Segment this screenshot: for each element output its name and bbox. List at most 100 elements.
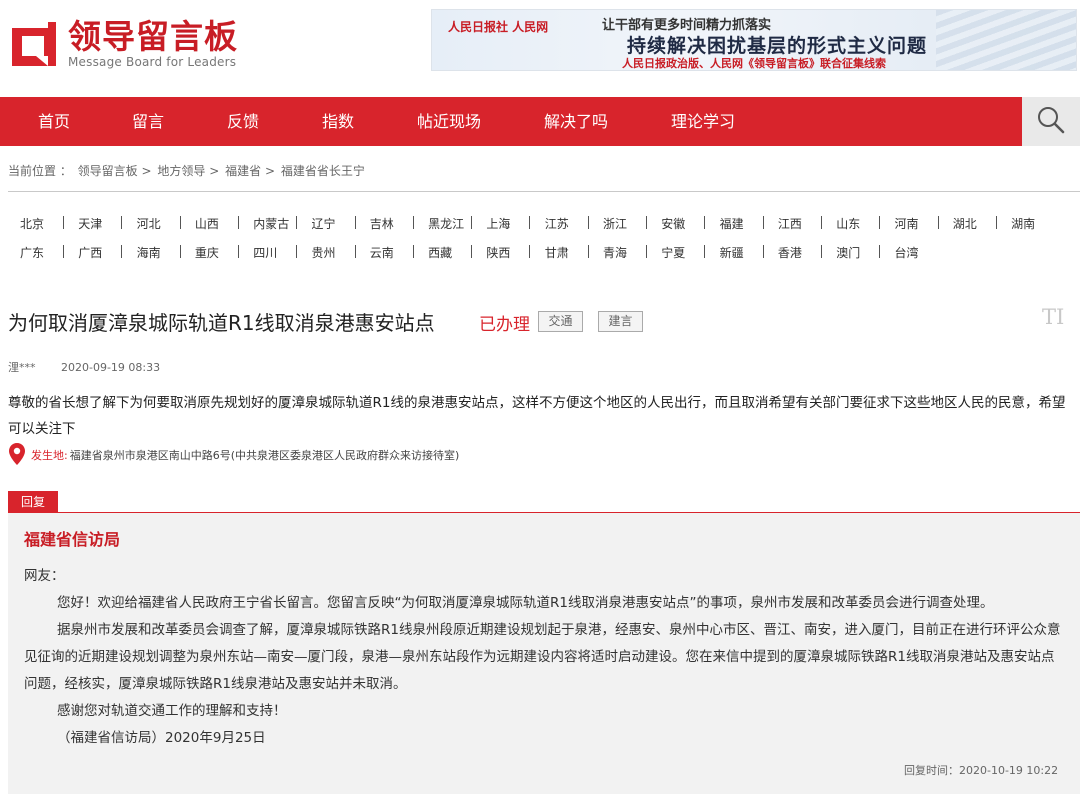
location-value: 福建省泉州市泉港区南山中路6号(中共泉港区委泉港区人民政府群众来访接待室): [69, 449, 460, 462]
nav-item-messages[interactable]: 留言: [132, 97, 164, 146]
province-link[interactable]: 云南: [370, 244, 394, 261]
province-link[interactable]: 河南: [895, 215, 919, 232]
province-separator: [704, 216, 706, 229]
province-separator: [471, 216, 473, 229]
reply-divider: [8, 512, 1080, 513]
province-link[interactable]: 广东: [20, 244, 44, 261]
breadcrumb-separator: >: [141, 164, 152, 178]
province-link[interactable]: 澳门: [836, 244, 860, 261]
reply-time: 回复时间：2020-10-19 10:22: [904, 762, 1058, 778]
province-separator: [121, 245, 123, 258]
province-link[interactable]: 新疆: [720, 244, 744, 261]
reply-paragraph: 您好！欢迎给福建省人民政府王宁省长留言。您留言反映“为何取消厦漳泉城际轨道R1线…: [57, 595, 994, 611]
breadcrumb: 当前位置 ： 领导留言板 > 地方领导 > 福建省 > 福建省省长王宁: [8, 162, 365, 179]
province-link[interactable]: 贵州: [312, 244, 336, 261]
province-link[interactable]: 台湾: [895, 244, 919, 261]
nav-item-index[interactable]: 指数: [322, 97, 354, 146]
province-separator: [237, 245, 239, 258]
font-size-icon[interactable]: TI: [1042, 305, 1064, 329]
province-separator: [179, 216, 181, 229]
province-link[interactable]: 陕西: [486, 244, 510, 261]
message-board-logo-icon: [8, 18, 60, 70]
province-separator: [63, 245, 64, 258]
breadcrumb-prefix: 当前位置 ：: [8, 164, 72, 178]
province-link[interactable]: 江西: [778, 215, 802, 232]
province-link[interactable]: 青海: [603, 244, 627, 261]
breadcrumb-item[interactable]: 福建省: [225, 164, 261, 178]
breadcrumb-item[interactable]: 领导留言板: [78, 164, 138, 178]
province-link[interactable]: 四川: [253, 244, 277, 261]
post-date: 2020-09-19 08:33: [61, 361, 161, 374]
province-separator: [587, 216, 589, 229]
province-link[interactable]: 辽宁: [312, 215, 336, 232]
province-link[interactable]: 重庆: [195, 244, 219, 261]
province-link[interactable]: 海南: [137, 244, 161, 261]
reply-organization: 福建省信访局: [24, 530, 121, 549]
message-meta: 浬*** 2020-09-19 08:33: [8, 359, 160, 375]
site-header: 领导留言板 Message Board for Leaders 人民日报社 人民…: [0, 0, 1080, 96]
reply-paragraph: 感谢您对轨道交通工作的理解和支持！: [57, 703, 287, 719]
province-link[interactable]: 山西: [195, 215, 219, 232]
province-link[interactable]: 吉林: [370, 215, 394, 232]
nav-item-home[interactable]: 首页: [38, 97, 70, 146]
province-separator: [237, 216, 239, 229]
reply-tab: 回复: [8, 491, 58, 513]
search-button[interactable]: [1022, 97, 1080, 146]
province-link[interactable]: 上海: [486, 215, 510, 232]
reply-time-label: 回复时间：: [904, 764, 959, 777]
province-separator: [471, 245, 473, 258]
province-link[interactable]: 山东: [836, 215, 860, 232]
province-separator: [121, 216, 123, 229]
campaign-banner[interactable]: 人民日报社 人民网 让干部有更多时间精力抓落实 持续解决困扰基层的形式主义问题 …: [431, 9, 1077, 71]
breadcrumb-item[interactable]: 福建省省长王宁: [281, 164, 365, 178]
province-separator: [879, 216, 881, 229]
province-list-row2: 广东 广西 海南 重庆 四川 贵州 云南 西藏 陕西 甘肃 青海 宁夏 新疆 香港 澳门 台湾: [0, 244, 1080, 264]
province-link[interactable]: 香港: [778, 244, 802, 261]
province-separator: [995, 216, 997, 229]
nav-item-feedback[interactable]: 反馈: [227, 97, 259, 146]
message-title: 为何取消厦漳泉城际轨道R1线取消泉港惠安站点: [8, 311, 435, 335]
province-link[interactable]: 北京: [20, 215, 44, 232]
reply-greeting: 网友：: [24, 568, 65, 584]
reply-time-value: 2020-10-19 10:22: [959, 764, 1059, 777]
province-separator: [820, 245, 822, 258]
province-link[interactable]: 广西: [78, 244, 102, 261]
location-pin-icon: [8, 442, 26, 469]
tag-traffic[interactable]: 交通: [538, 311, 583, 332]
site-logo[interactable]: 领导留言板 Message Board for Leaders: [8, 18, 238, 70]
province-link[interactable]: 福建: [720, 215, 744, 232]
tag-suggestion[interactable]: 建言: [598, 311, 643, 332]
nav-item-on-site[interactable]: 帖近现场: [417, 97, 481, 146]
province-separator: [646, 216, 647, 229]
province-link[interactable]: 甘肃: [545, 244, 569, 261]
province-link[interactable]: 安徽: [661, 215, 685, 232]
province-link[interactable]: 湖北: [953, 215, 977, 232]
province-separator: [354, 245, 356, 258]
province-link[interactable]: 西藏: [428, 244, 452, 261]
province-link[interactable]: 湖南: [1011, 215, 1035, 232]
nav-item-solved[interactable]: 解决了吗: [544, 97, 608, 146]
province-link[interactable]: 河北: [137, 215, 161, 232]
breadcrumb-separator: >: [209, 164, 220, 178]
province-separator: [762, 216, 764, 229]
province-link[interactable]: 黑龙江: [428, 215, 464, 232]
banner-decoration: [936, 10, 1076, 70]
province-separator: [937, 216, 939, 229]
main-nav: 首页 留言 反馈 指数 帖近现场 解决了吗 理论学习: [0, 97, 1022, 146]
breadcrumb-separator: >: [264, 164, 276, 178]
province-link[interactable]: 浙江: [603, 215, 627, 232]
banner-line3: 人民日报政治版、人民网《领导留言板》联合征集线索: [622, 57, 886, 70]
province-separator: [296, 216, 298, 229]
province-link[interactable]: 宁夏: [661, 244, 685, 261]
province-link[interactable]: 江苏: [545, 215, 569, 232]
breadcrumb-item[interactable]: 地方领导: [157, 164, 205, 178]
province-link[interactable]: 内蒙古: [253, 215, 289, 232]
province-separator: [587, 245, 589, 258]
nav-item-theory[interactable]: 理论学习: [671, 97, 735, 146]
province-separator: [412, 245, 414, 258]
province-separator: [354, 216, 356, 229]
province-link[interactable]: 天津: [78, 215, 102, 232]
province-separator: [412, 216, 414, 229]
province-separator: [646, 245, 647, 258]
message-content: 尊敬的省长想了解下为何要取消原先规划好的厦漳泉城际轨道R1线的泉港惠安站点，这样…: [8, 395, 1066, 437]
